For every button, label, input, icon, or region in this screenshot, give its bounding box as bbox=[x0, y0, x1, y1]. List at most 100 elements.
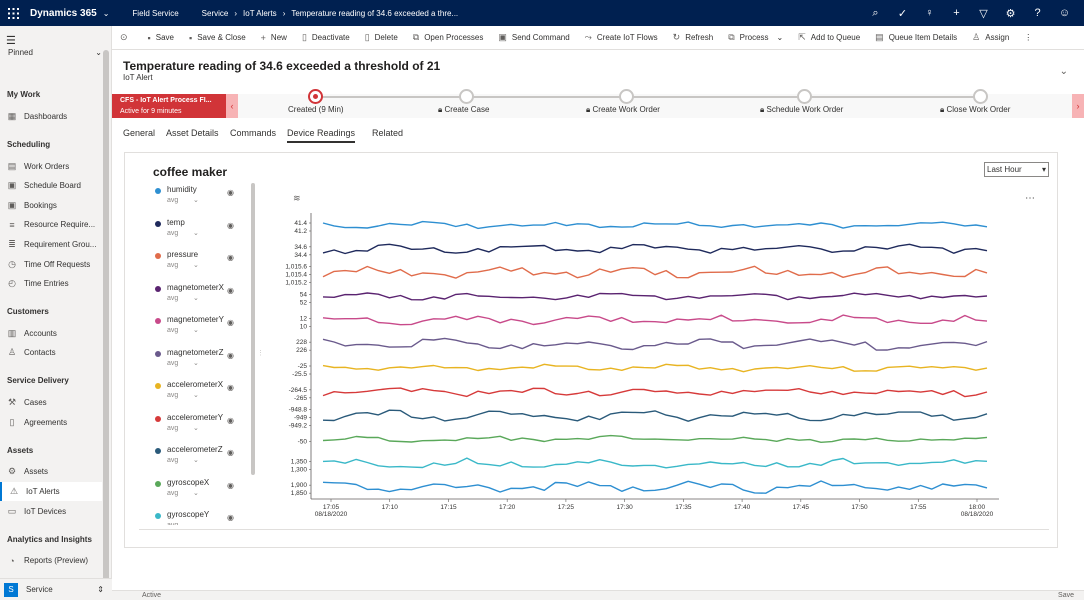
legend-item-gyroscopey[interactable]: gyroscopeY avg ⌄ ◉ bbox=[155, 510, 241, 525]
sidebar-item-requirement-groups[interactable]: ≣ Requirement Grou... bbox=[0, 235, 102, 254]
eye-icon[interactable]: ◉ bbox=[227, 448, 234, 457]
area-switcher[interactable]: S Service ⇕ bbox=[0, 578, 112, 600]
deactivate-button[interactable]: ▯ Deactivate bbox=[302, 32, 350, 43]
app-name[interactable]: Dynamics 365 bbox=[30, 8, 97, 19]
series-line-magnetometerz[interactable] bbox=[322, 337, 988, 351]
user-icon[interactable]: ☺ bbox=[1051, 7, 1078, 19]
sidebar-item-agreements[interactable]: ▯ Agreements bbox=[0, 413, 102, 432]
resize-handle-icon[interactable]: ⋮ bbox=[257, 349, 264, 357]
help-icon[interactable]: ? bbox=[1024, 7, 1051, 19]
legend-item-accelerometerx[interactable]: accelerometerX avg ⌄ ◉ bbox=[155, 380, 241, 410]
sidebar-item-reports[interactable]: ◔ Reports (Preview) bbox=[0, 551, 102, 570]
chevron-down-icon[interactable]: ⌄ bbox=[193, 229, 199, 237]
breadcrumb-service[interactable]: Service bbox=[202, 9, 229, 18]
eye-icon[interactable]: ◉ bbox=[227, 318, 234, 327]
settings-icon[interactable]: ⚙ bbox=[997, 7, 1024, 20]
stage-create-case[interactable]: 🔒︎ Create Case bbox=[431, 89, 591, 118]
chevron-down-icon[interactable]: ⌄ bbox=[193, 456, 199, 464]
filter-icon[interactable]: ▽ bbox=[970, 7, 997, 20]
open-processes-button[interactable]: ⧉ Open Processes bbox=[413, 32, 484, 43]
chevron-down-icon[interactable]: ⌄ bbox=[193, 326, 199, 334]
footer-save[interactable]: Save bbox=[1058, 592, 1074, 599]
legend-scrollbar[interactable] bbox=[251, 183, 255, 475]
legend-item-magnetometerz[interactable]: magnetometerZ avg ⌄ ◉ bbox=[155, 348, 241, 378]
tab-general[interactable]: General bbox=[123, 128, 155, 141]
sidebar-pinned[interactable]: Pinned ⌄ bbox=[8, 48, 102, 57]
eye-icon[interactable]: ◉ bbox=[227, 416, 234, 425]
breadcrumb-iot-alerts[interactable]: IoT Alerts bbox=[243, 9, 277, 18]
chevron-right-icon[interactable]: › bbox=[1072, 94, 1084, 118]
chevron-down-icon[interactable]: ⌄ bbox=[193, 196, 199, 204]
sidebar-item-time-off-requests[interactable]: ◷ Time Off Requests bbox=[0, 255, 102, 274]
legend-item-gyroscopex[interactable]: gyroscopeX avg ⌄ ◉ bbox=[155, 478, 241, 508]
area-name[interactable]: Field Service bbox=[132, 9, 178, 18]
chevron-down-icon[interactable]: ⌄ bbox=[193, 359, 199, 367]
more-commands-button[interactable]: ⋮ bbox=[1024, 33, 1032, 42]
series-line-gyroscopex[interactable] bbox=[322, 434, 988, 443]
save-close-button[interactable]: ▪ Save & Close bbox=[189, 33, 246, 43]
eye-icon[interactable]: ◉ bbox=[227, 221, 234, 230]
process-button[interactable]: ⧉ Process ⌄ bbox=[728, 32, 783, 43]
eye-icon[interactable]: ◉ bbox=[227, 188, 234, 197]
chevron-down-icon[interactable]: ⌄ bbox=[193, 294, 199, 302]
series-line-humidity[interactable] bbox=[322, 220, 988, 230]
eye-icon[interactable]: ◉ bbox=[227, 286, 234, 295]
series-line-magnetometery[interactable] bbox=[322, 314, 988, 326]
chevron-down-icon[interactable]: ⌄ bbox=[193, 521, 199, 525]
sidebar-item-cases[interactable]: ⚒ Cases bbox=[0, 393, 102, 412]
chevron-down-icon[interactable]: ⌄ bbox=[193, 489, 199, 497]
tab-commands[interactable]: Commands bbox=[230, 128, 276, 141]
legend-item-temp[interactable]: temp avg ⌄ ◉ bbox=[155, 218, 241, 248]
chevron-down-icon[interactable]: ⌄ bbox=[103, 9, 110, 18]
stage-close-work-order[interactable]: 🔒︎ Close Work Order bbox=[940, 89, 1084, 118]
legend-item-accelerometerz[interactable]: accelerometerZ avg ⌄ ◉ bbox=[155, 445, 241, 475]
eye-icon[interactable]: ◉ bbox=[227, 383, 234, 392]
series-line-temp[interactable] bbox=[322, 243, 988, 255]
sidebar-item-schedule-board[interactable]: ▣ Schedule Board bbox=[0, 176, 102, 195]
refresh-button[interactable]: ↻ Refresh bbox=[673, 32, 714, 43]
chevron-down-icon[interactable]: ⌄ bbox=[193, 424, 199, 432]
sidebar-item-assets[interactable]: ⚙ Assets bbox=[0, 462, 102, 481]
stage-schedule-work-order[interactable]: 🔒︎ Schedule Work Order bbox=[760, 89, 930, 118]
task-icon[interactable]: ✓ bbox=[889, 7, 916, 20]
delete-button[interactable]: ▯ Delete bbox=[365, 32, 398, 43]
sidebar-item-iot-alerts[interactable]: ⚠ IoT Alerts bbox=[0, 482, 102, 501]
sidebar-item-resource-requirements[interactable]: ≡ Resource Require... bbox=[0, 215, 102, 234]
legend-item-magnetometerx[interactable]: magnetometerX avg ⌄ ◉ bbox=[155, 283, 241, 313]
series-line-accelerometery[interactable] bbox=[322, 387, 988, 398]
legend-item-accelerometery[interactable]: accelerometerY avg ⌄ ◉ bbox=[155, 413, 241, 443]
save-button[interactable]: ▪ Save bbox=[148, 33, 174, 43]
sidebar-item-accounts[interactable]: ▥ Accounts bbox=[0, 324, 102, 343]
tab-asset-details[interactable]: Asset Details bbox=[166, 128, 219, 141]
sidebar-item-dashboards[interactable]: ▦ Dashboards bbox=[0, 107, 102, 126]
sidebar-item-time-entries[interactable]: ◴ Time Entries bbox=[0, 274, 102, 293]
series-line-accelerometerx[interactable] bbox=[322, 363, 988, 373]
eye-icon[interactable]: ◉ bbox=[227, 513, 234, 522]
legend-item-humidity[interactable]: humidity avg ⌄ ◉ bbox=[155, 185, 241, 215]
create-iot-flows-button[interactable]: ⤳ Create IoT Flows bbox=[585, 32, 658, 43]
stage-create-work-order[interactable]: 🔒︎ Create Work Order bbox=[586, 89, 752, 118]
queue-item-details-button[interactable]: ▤ Queue Item Details bbox=[875, 32, 957, 43]
legend-item-pressure[interactable]: pressure avg ⌄ ◉ bbox=[155, 250, 241, 280]
bpf-process-name[interactable]: CFS - IoT Alert Process Fl... Active for… bbox=[112, 94, 226, 118]
tab-related[interactable]: Related bbox=[372, 128, 403, 141]
series-line-gyroscopez[interactable] bbox=[322, 480, 988, 494]
search-icon[interactable]: ⌕ bbox=[862, 7, 889, 20]
eye-icon[interactable]: ◉ bbox=[227, 253, 234, 262]
series-line-pressure[interactable] bbox=[322, 265, 988, 279]
chevron-left-icon[interactable]: ‹ bbox=[226, 94, 238, 118]
sidebar-item-contacts[interactable]: ♙ Contacts bbox=[0, 343, 102, 362]
app-launcher-icon[interactable] bbox=[0, 0, 26, 26]
sidebar-item-work-orders[interactable]: ▤ Work Orders bbox=[0, 157, 102, 176]
eye-icon[interactable]: ◉ bbox=[227, 481, 234, 490]
series-line-magnetometerx[interactable] bbox=[322, 292, 988, 301]
plus-icon[interactable]: + bbox=[943, 7, 970, 19]
series-line-gyroscopey[interactable] bbox=[322, 457, 988, 469]
lightbulb-icon[interactable]: ♀ bbox=[916, 7, 943, 19]
hamburger-menu-icon[interactable]: ☰ bbox=[6, 34, 16, 47]
assign-button[interactable]: ♙ Assign bbox=[972, 32, 1009, 43]
eye-icon[interactable]: ◉ bbox=[227, 351, 234, 360]
stage-created[interactable]: Created (9 Min) bbox=[279, 89, 439, 118]
sidebar-item-bookings[interactable]: ▣ Bookings bbox=[0, 196, 102, 215]
history-button[interactable]: ⊙ bbox=[120, 32, 133, 43]
